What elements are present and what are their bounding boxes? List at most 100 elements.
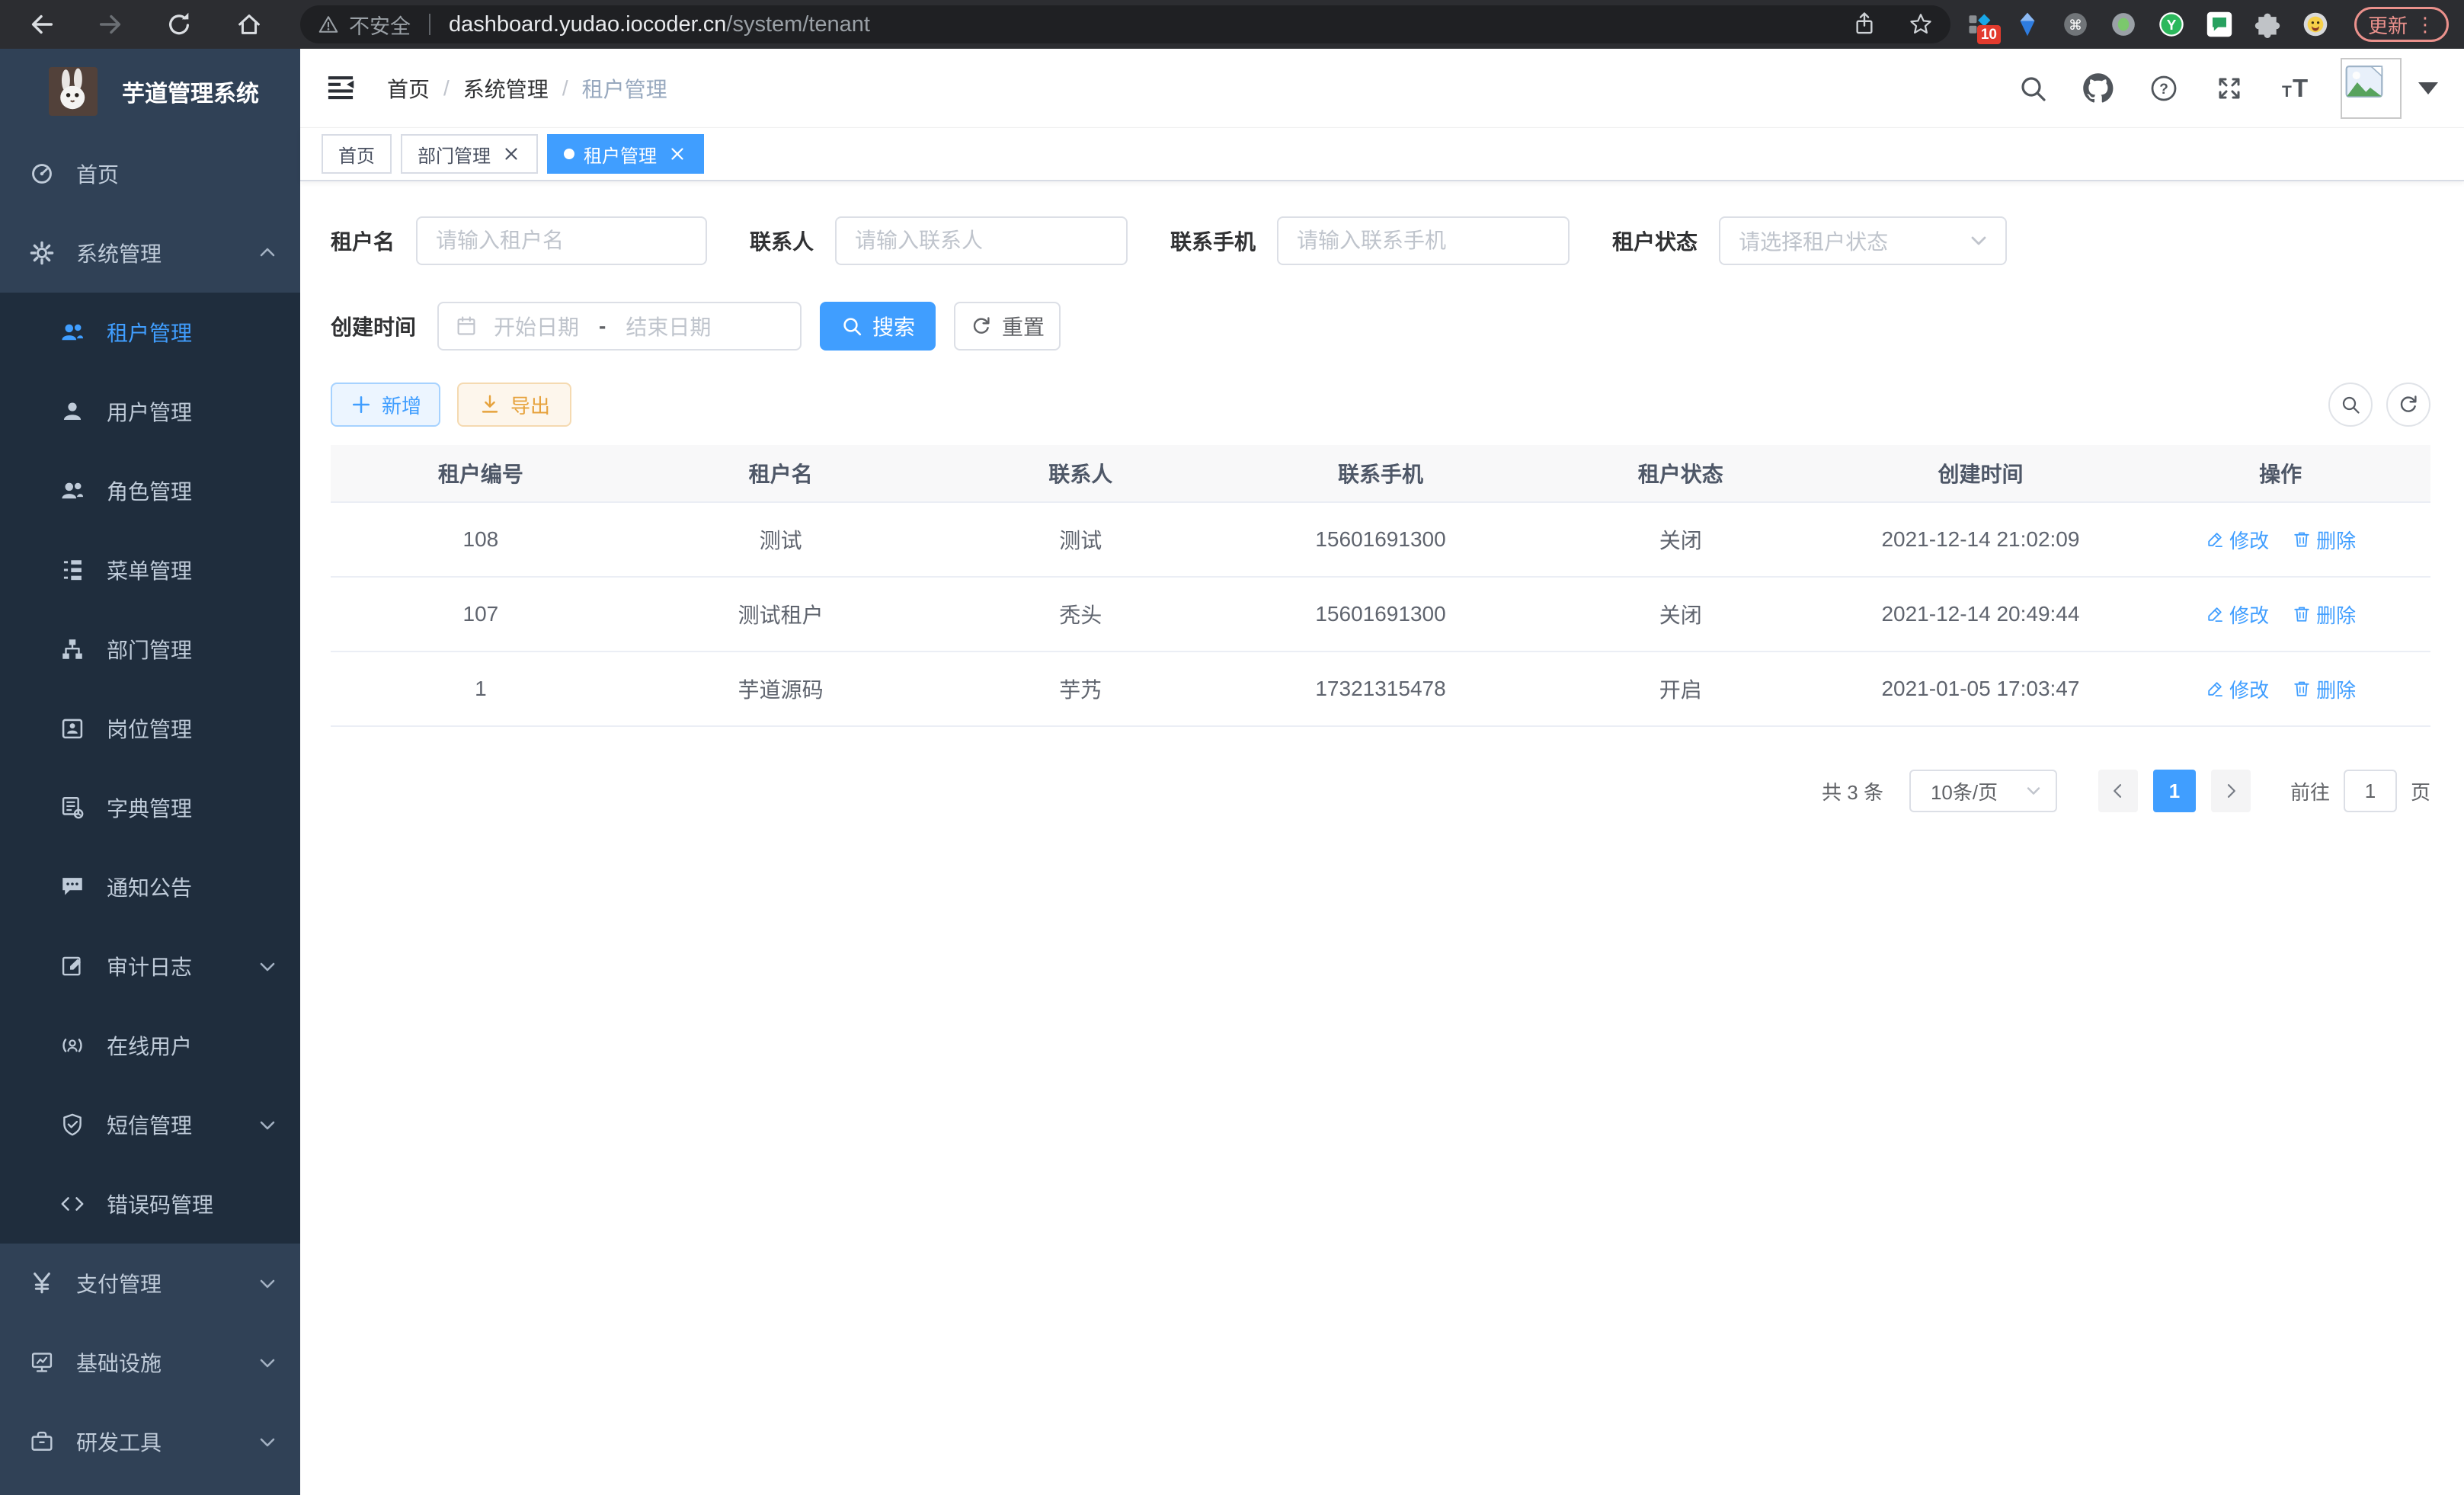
sidebar-item-岗位管理[interactable]: 岗位管理	[0, 689, 300, 768]
edit-link[interactable]: 修改	[2205, 675, 2269, 703]
browser-forward-icon[interactable]	[96, 10, 125, 39]
sidebar-item-label: 首页	[76, 158, 119, 189]
sidebar-item-研发工具[interactable]: 研发工具	[0, 1402, 300, 1481]
record-extension-icon[interactable]	[2110, 11, 2137, 38]
edit-label: 修改	[2229, 675, 2269, 703]
current-page-button[interactable]: 1	[2153, 770, 2196, 812]
sidebar-item-系统管理[interactable]: 系统管理	[0, 213, 300, 293]
prev-page-button[interactable]	[2098, 770, 2138, 812]
sidebar-item-用户管理[interactable]: 用户管理	[0, 372, 300, 451]
sidebar-item-错误码管理[interactable]: 错误码管理	[0, 1164, 300, 1244]
yuque-extension-icon[interactable]: Y	[2158, 11, 2185, 38]
trash-icon	[2292, 530, 2312, 549]
download-icon	[478, 393, 501, 416]
security-warning-icon[interactable]	[317, 13, 340, 36]
sidebar-item-基础设施[interactable]: 基础设施	[0, 1323, 300, 1402]
cell-created: 2021-01-05 17:03:47	[1831, 677, 2131, 701]
fullscreen-icon[interactable]	[2214, 73, 2245, 104]
refresh-table-button[interactable]	[2386, 383, 2430, 427]
grid-extension-icon[interactable]: 10	[1966, 11, 1993, 38]
user-avatar[interactable]	[2341, 58, 2402, 119]
column-header-操作: 操作	[2130, 458, 2430, 488]
sidebar-item-短信管理[interactable]: 短信管理	[0, 1085, 300, 1164]
sidebar-item-支付管理[interactable]: 支付管理	[0, 1244, 300, 1323]
browser-update-button[interactable]: 更新 ⋮	[2354, 7, 2449, 42]
delete-link[interactable]: 删除	[2292, 600, 2356, 629]
breadcrumb-item-系统管理[interactable]: 系统管理	[463, 73, 549, 104]
sidebar-item-首页[interactable]: 首页	[0, 134, 300, 213]
tab-close-icon[interactable]	[667, 144, 687, 164]
calendar-icon	[454, 314, 478, 338]
app-logo[interactable]: 芋道管理系统	[0, 49, 300, 134]
tab-首页[interactable]: 首页	[322, 134, 392, 174]
sidebar-item-租户管理[interactable]: 租户管理	[0, 293, 300, 372]
browser-reload-icon[interactable]	[165, 10, 194, 39]
toggle-search-button[interactable]	[2328, 383, 2373, 427]
next-page-button[interactable]	[2211, 770, 2251, 812]
tools-icon	[29, 1429, 55, 1455]
share-icon[interactable]	[1851, 11, 1877, 37]
sidebar-item-审计日志[interactable]: 审计日志	[0, 927, 300, 1006]
breadcrumb-item-首页[interactable]: 首页	[387, 73, 430, 104]
租户名-input[interactable]	[418, 218, 706, 264]
add-button[interactable]: 新增	[331, 383, 440, 427]
sidebar-item-菜单管理[interactable]: 菜单管理	[0, 530, 300, 610]
chat-extension-icon[interactable]	[2206, 11, 2233, 38]
delete-link[interactable]: 删除	[2292, 526, 2356, 554]
browser-menu-dots-icon[interactable]: ⋮	[2415, 13, 2435, 37]
github-icon[interactable]	[2083, 73, 2114, 104]
delete-link[interactable]: 删除	[2292, 675, 2356, 703]
tab-close-icon[interactable]	[501, 144, 521, 164]
column-header-租户名: 租户名	[631, 458, 931, 488]
filter-group-联系手机: 联系手机	[1170, 216, 1570, 265]
date-end-placeholder[interactable]: 结束日期	[626, 311, 711, 341]
sidebar-item-label: 用户管理	[107, 396, 192, 427]
sidebar-item-字典管理[interactable]: 字典管理	[0, 768, 300, 847]
sidebar-item-label: 审计日志	[107, 951, 192, 981]
avatar-extension-icon[interactable]	[2302, 11, 2329, 38]
tab-租户管理[interactable]: 租户管理	[547, 134, 704, 174]
goto-page-input[interactable]	[2344, 770, 2397, 812]
date-start-placeholder[interactable]: 开始日期	[494, 311, 579, 341]
help-icon[interactable]: ?	[2149, 73, 2179, 104]
tab-部门管理[interactable]: 部门管理	[401, 134, 538, 174]
filter-select-租户状态[interactable]: 请选择租户状态	[1719, 216, 2007, 265]
search-button[interactable]: 搜索	[820, 302, 936, 351]
edit-link[interactable]: 修改	[2205, 600, 2269, 629]
search-icon[interactable]	[2018, 73, 2048, 104]
sidebar-fold-icon[interactable]	[323, 71, 358, 106]
svg-text:⌘: ⌘	[2069, 18, 2082, 33]
cell-operations: 修改删除	[2130, 675, 2430, 703]
page-size-select[interactable]: 10条/页	[1909, 770, 2057, 812]
sidebar-item-label: 错误码管理	[107, 1189, 213, 1219]
browser-back-icon[interactable]	[27, 10, 56, 39]
browser-home-icon[interactable]	[235, 10, 264, 39]
sidebar-item-部门管理[interactable]: 部门管理	[0, 610, 300, 689]
refresh-icon	[2397, 393, 2420, 416]
chevron-up-icon	[258, 243, 277, 263]
command-extension-icon[interactable]: ⌘	[2062, 11, 2089, 38]
sidebar: 芋道管理系统 首页系统管理租户管理用户管理角色管理菜单管理部门管理岗位管理字典管…	[0, 49, 300, 1495]
reset-button[interactable]: 重置	[954, 302, 1061, 351]
export-button[interactable]: 导出	[457, 383, 571, 427]
table-row: 107测试租户秃头15601691300关闭2021-12-14 20:49:4…	[331, 578, 2430, 652]
address-bar[interactable]: 不安全 dashboard.yudao.iocoder.cn/system/te…	[300, 5, 1950, 43]
edit-link[interactable]: 修改	[2205, 526, 2269, 554]
url-text[interactable]: dashboard.yudao.iocoder.cn/system/tenant	[449, 12, 870, 37]
cell-operations: 修改删除	[2130, 526, 2430, 554]
bookmark-star-icon[interactable]	[1908, 11, 1934, 37]
date-range-picker[interactable]: 开始日期 - 结束日期	[437, 302, 802, 351]
联系人-input[interactable]	[837, 218, 1126, 264]
avatar-dropdown-caret-icon[interactable]	[2418, 82, 2438, 94]
联系手机-input[interactable]	[1278, 218, 1568, 264]
sidebar-item-角色管理[interactable]: 角色管理	[0, 451, 300, 530]
sidebar-item-在线用户[interactable]: 在线用户	[0, 1006, 300, 1085]
menu-tree-icon	[59, 557, 85, 583]
filter-input-联系手机	[1277, 216, 1570, 265]
edit-label: 修改	[2229, 600, 2269, 629]
puzzle-extension-icon[interactable]	[2254, 11, 2281, 38]
sidebar-item-通知公告[interactable]: 通知公告	[0, 847, 300, 927]
main-content: 租户名联系人联系手机租户状态请选择租户状态 创建时间 开始日期 - 结束日期 搜…	[300, 181, 2464, 1495]
kite-extension-icon[interactable]	[2014, 11, 2041, 38]
font-size-icon[interactable]: TT	[2280, 73, 2310, 104]
